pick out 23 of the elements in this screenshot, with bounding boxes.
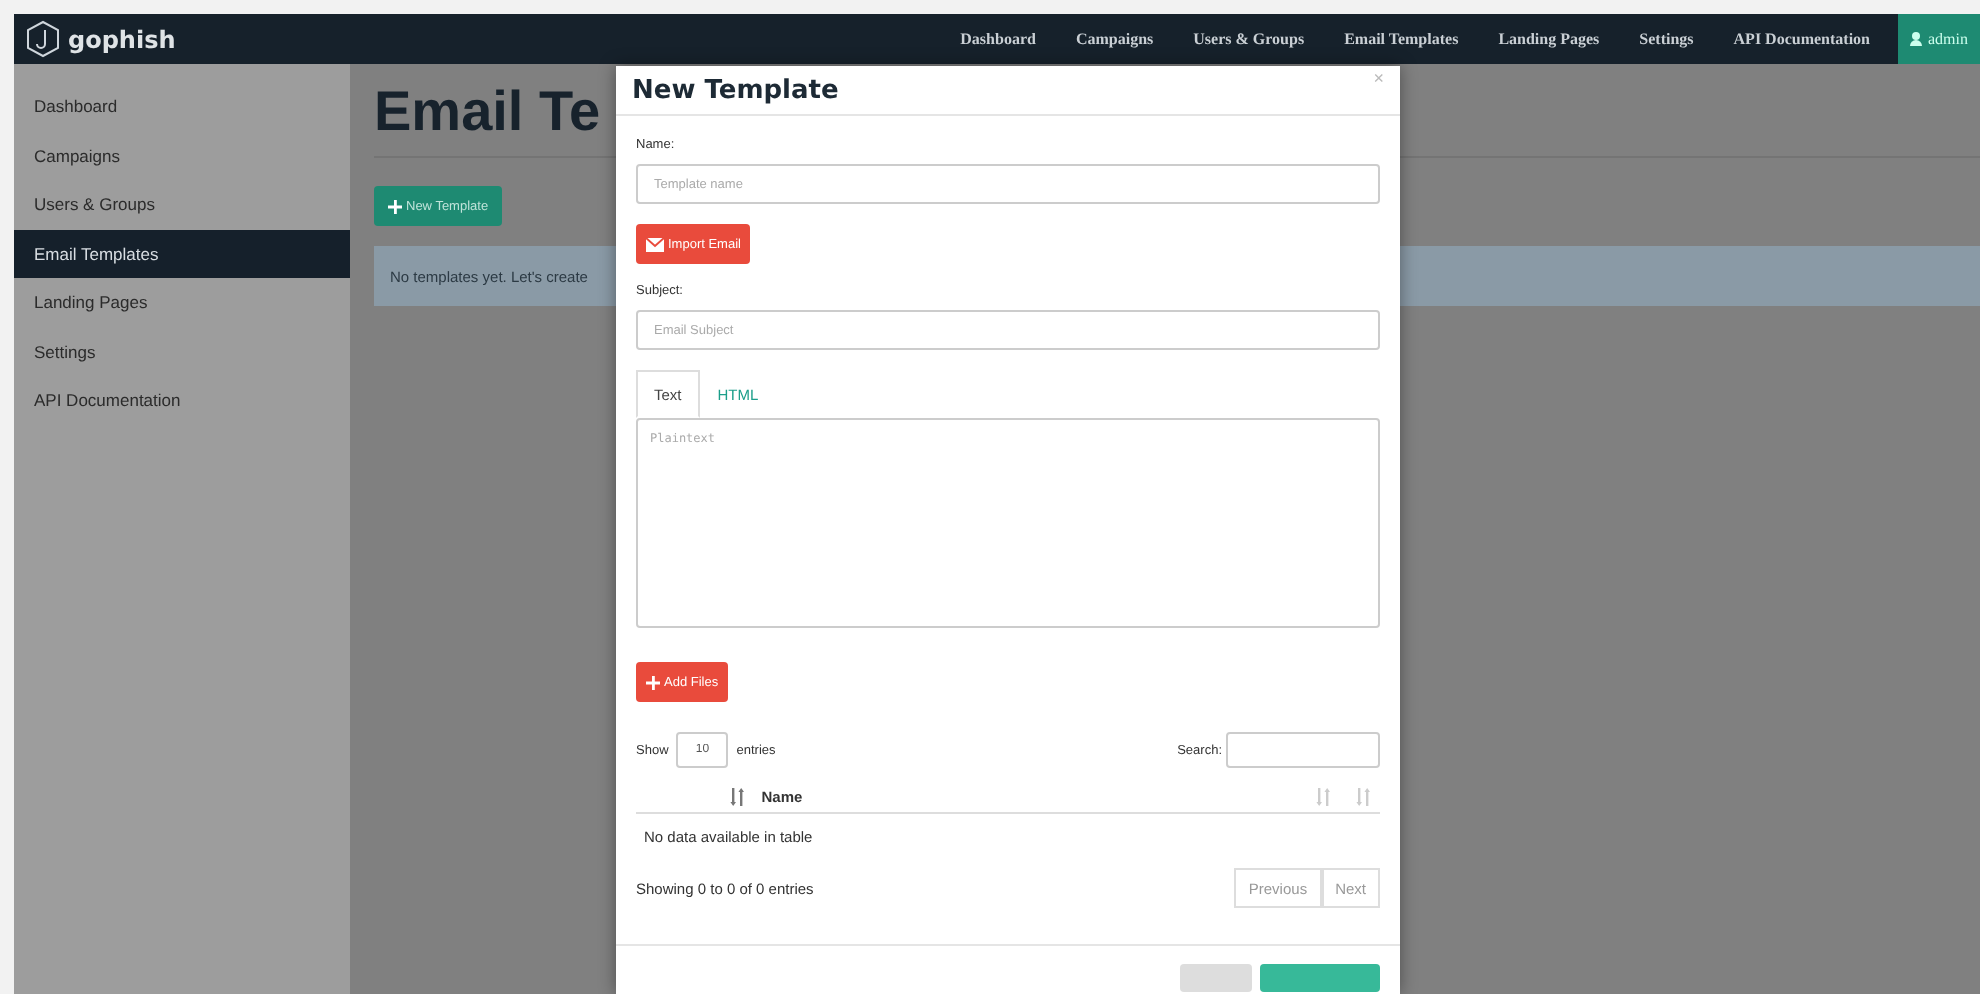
logo-icon bbox=[26, 20, 60, 58]
nav-link[interactable]: Dashboard bbox=[940, 30, 1056, 48]
plus-icon bbox=[646, 675, 660, 689]
sidebar-item[interactable]: Users & Groups bbox=[14, 180, 350, 229]
nav-link[interactable]: Email Templates bbox=[1324, 30, 1479, 48]
modal-title: New Template bbox=[632, 75, 839, 105]
sidebar-item[interactable]: Settings bbox=[14, 327, 350, 376]
plus-icon bbox=[388, 199, 402, 213]
envelope-icon bbox=[646, 237, 664, 251]
nav-link[interactable]: Users & Groups bbox=[1173, 30, 1325, 48]
nav-link[interactable]: Settings bbox=[1619, 30, 1714, 48]
sidebar-item[interactable]: API Documentation bbox=[14, 376, 350, 425]
nav-link[interactable]: API Documentation bbox=[1713, 30, 1890, 48]
user-menu-button[interactable]: admin bbox=[1898, 14, 1980, 64]
sidebar-item[interactable]: Landing Pages bbox=[14, 278, 350, 327]
brand-name[interactable]: gophish bbox=[68, 25, 176, 53]
nav-link[interactable]: Landing Pages bbox=[1478, 30, 1620, 48]
sidebar-item[interactable]: Dashboard bbox=[14, 82, 350, 131]
user-icon bbox=[1910, 32, 1922, 46]
sidebar-item[interactable]: Email Templates bbox=[14, 229, 350, 278]
sidebar-item[interactable]: Campaigns bbox=[14, 131, 350, 180]
nav-link[interactable]: Campaigns bbox=[1055, 30, 1174, 48]
search-field[interactable] bbox=[1226, 732, 1380, 768]
